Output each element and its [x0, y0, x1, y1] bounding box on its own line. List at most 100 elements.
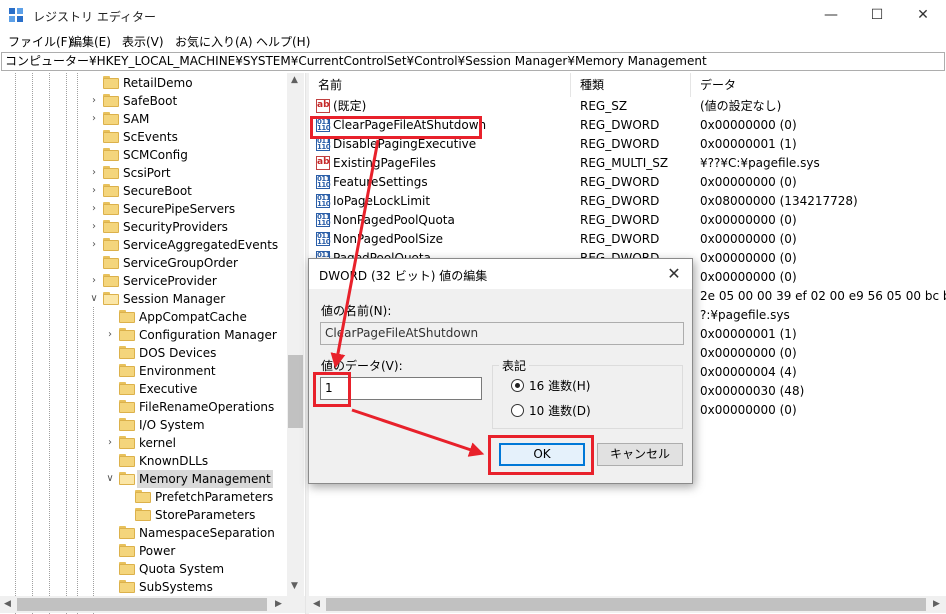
list-item[interactable]: ab ExistingPageFiles REG_MULTI_SZ ¥??¥C:¥pa…	[309, 154, 946, 173]
tree-item[interactable]: › ServiceAggregatedEvents	[0, 236, 287, 254]
value-data-cell: (値の設定なし)	[700, 99, 782, 113]
value-data-cell: 0x00000001 (1)	[700, 137, 797, 151]
chevron-right-icon[interactable]: ›	[88, 236, 100, 254]
tree-item[interactable]: Environment	[0, 362, 287, 380]
tree-item[interactable]: SubSystems	[0, 578, 287, 596]
tree-item[interactable]: ∨ Session Manager	[0, 290, 287, 308]
tree-item-label: FileRenameOperations	[139, 400, 275, 414]
tree-item[interactable]: ScEvents	[0, 128, 287, 146]
scroll-up-icon[interactable]: ▲	[291, 75, 298, 85]
chevron-right-icon[interactable]: ›	[88, 218, 100, 236]
address-bar[interactable]: コンピューター¥HKEY_LOCAL_MACHINE¥SYSTEM¥Curren…	[1, 52, 945, 71]
folder-icon	[103, 76, 119, 89]
tree-item[interactable]: › SafeBoot	[0, 92, 287, 110]
maximize-icon[interactable]: ☐	[854, 0, 900, 31]
menu-edit[interactable]: 編集(E)	[70, 33, 111, 50]
tree-item-label: ServiceProvider	[123, 274, 217, 288]
tree-item[interactable]: › ServiceProvider	[0, 272, 287, 290]
value-data-cell: ?:¥pagefile.sys	[700, 308, 790, 322]
chevron-right-icon[interactable]: ›	[88, 92, 100, 110]
tree-item-label: ServiceAggregatedEvents	[123, 238, 279, 252]
tree-item[interactable]: KnownDLLs	[0, 452, 287, 470]
column-header-type[interactable]: 種類	[571, 73, 691, 97]
tree-item[interactable]: FileRenameOperations	[0, 398, 287, 416]
list-item[interactable]: 011 110 NonPagedPoolSize REG_DWORD 0x0000000…	[309, 230, 946, 249]
tree-item[interactable]: DOS Devices	[0, 344, 287, 362]
tree-item[interactable]: Quota System	[0, 560, 287, 578]
tree-item[interactable]: ServiceGroupOrder	[0, 254, 287, 272]
scroll-left-icon[interactable]: ◀	[313, 599, 320, 609]
tree-item[interactable]: › ScsiPort	[0, 164, 287, 182]
tree-vertical-scroll-thumb[interactable]	[288, 355, 303, 428]
tree-item[interactable]: › SecurePipeServers	[0, 200, 287, 218]
folder-icon	[103, 292, 119, 305]
tree-horizontal-scrollbar[interactable]: ◀ ▶	[0, 596, 305, 613]
tree-item[interactable]: › Configuration Manager	[0, 326, 287, 344]
tree-item[interactable]: SCMConfig	[0, 146, 287, 164]
list-horizontal-scrollbar[interactable]: ◀ ▶	[309, 596, 946, 613]
list-item[interactable]: 011 110 NonPagedPoolQuota REG_DWORD 0x000000…	[309, 211, 946, 230]
tree-item[interactable]: StoreParameters	[0, 506, 287, 524]
folder-icon	[119, 472, 135, 485]
close-icon[interactable]: ✕	[662, 262, 686, 286]
tree-item-label: SCMConfig	[123, 148, 188, 162]
key-tree[interactable]: RetailDemo › SafeBoot › SAM ScEvents SCMConfig…	[0, 73, 305, 614]
tree-item[interactable]: AppCompatCache	[0, 308, 287, 326]
chevron-down-icon[interactable]: ∨	[104, 470, 116, 488]
menu-view[interactable]: 表示(V)	[122, 33, 164, 50]
tree-item[interactable]: Executive	[0, 380, 287, 398]
chevron-right-icon[interactable]: ›	[88, 182, 100, 200]
dword-value-icon: 011110	[316, 137, 331, 151]
value-data-cell: 0x00000000 (0)	[700, 346, 797, 360]
column-header-data[interactable]: データ	[691, 73, 946, 97]
tree-item[interactable]: › SecureBoot	[0, 182, 287, 200]
tree-item[interactable]: › kernel	[0, 434, 287, 452]
scroll-right-icon[interactable]: ▶	[933, 599, 940, 609]
chevron-right-icon[interactable]: ›	[88, 164, 100, 182]
close-icon[interactable]: ✕	[900, 0, 946, 31]
list-horizontal-scroll-thumb[interactable]	[326, 598, 926, 611]
folder-icon	[103, 274, 119, 287]
tree-item[interactable]: › SecurityProviders	[0, 218, 287, 236]
tree-item[interactable]: Power	[0, 542, 287, 560]
cancel-button[interactable]: キャンセル	[597, 443, 683, 466]
column-header-name[interactable]: 名前	[309, 73, 571, 97]
radio-dec-indicator[interactable]	[511, 404, 524, 417]
list-item[interactable]: 011 110 FeatureSettings REG_DWORD 0x00000000…	[309, 173, 946, 192]
chevron-right-icon[interactable]: ›	[88, 272, 100, 290]
menu-help[interactable]: ヘルプ(H)	[256, 33, 310, 50]
tree-item[interactable]: › SAM	[0, 110, 287, 128]
chevron-right-icon[interactable]: ›	[104, 434, 116, 452]
list-item[interactable]: ab (既定) REG_SZ (値の設定なし)	[309, 97, 946, 116]
value-name-cell: IoPageLockLimit	[333, 194, 431, 208]
tree-item[interactable]: PrefetchParameters	[0, 488, 287, 506]
radio-hex-indicator[interactable]	[511, 379, 524, 392]
menu-file[interactable]: ファイル(F)	[8, 33, 72, 50]
chevron-right-icon[interactable]: ›	[88, 200, 100, 218]
list-header: 名前 種類 データ	[309, 73, 946, 97]
minimize-icon[interactable]: —	[808, 0, 854, 31]
tree-item[interactable]: ∨ Memory Management	[0, 470, 287, 488]
tree-horizontal-scroll-thumb[interactable]	[17, 598, 267, 611]
tree-item-label: PrefetchParameters	[155, 490, 274, 504]
tree-item-label: DOS Devices	[139, 346, 217, 360]
tree-item-label: Power	[139, 544, 176, 558]
value-name-field: ClearPageFileAtShutdown	[320, 322, 684, 345]
chevron-right-icon[interactable]: ›	[88, 110, 100, 128]
folder-icon	[103, 148, 119, 161]
dialog-title: DWORD (32 ビット) 値の編集	[319, 269, 488, 283]
tree-item[interactable]: NamespaceSeparation	[0, 524, 287, 542]
tree-item[interactable]: RetailDemo	[0, 74, 287, 92]
folder-icon	[119, 580, 135, 593]
scroll-right-icon[interactable]: ▶	[275, 599, 282, 609]
menu-favorites[interactable]: お気に入り(A)	[175, 33, 253, 50]
scroll-down-icon[interactable]: ▼	[291, 581, 298, 591]
tree-item-label: SecurePipeServers	[123, 202, 236, 216]
chevron-down-icon[interactable]: ∨	[88, 290, 100, 308]
chevron-right-icon[interactable]: ›	[104, 326, 116, 344]
folder-icon	[119, 328, 135, 341]
scroll-left-icon[interactable]: ◀	[4, 599, 11, 609]
tree-vertical-scrollbar[interactable]: ▲ ▼	[287, 73, 304, 596]
list-item[interactable]: 011 110 IoPageLockLimit REG_DWORD 0x08000000…	[309, 192, 946, 211]
tree-item[interactable]: I/O System	[0, 416, 287, 434]
